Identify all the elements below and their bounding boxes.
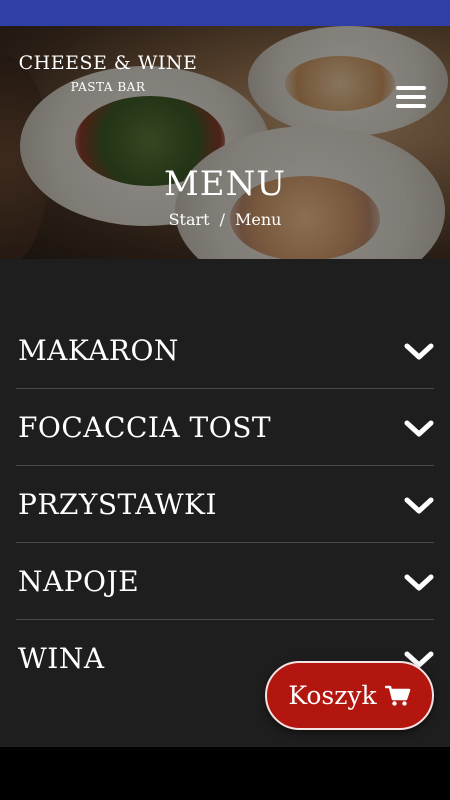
chevron-down-icon <box>404 343 434 360</box>
breadcrumb-current: Menu <box>234 210 282 229</box>
menu-category-label: PRZYSTAWKI <box>18 488 218 521</box>
cart-button[interactable]: Koszyk <box>265 661 434 730</box>
chevron-down-icon <box>404 420 434 437</box>
breadcrumb-start[interactable]: Start <box>169 210 210 229</box>
cart-button-label: Koszyk <box>288 681 377 710</box>
menu-category-makaron[interactable]: MAKARON <box>16 312 434 389</box>
menu-category-focaccia-tost[interactable]: FOCACCIA TOST <box>16 389 434 466</box>
cart-icon <box>384 685 410 706</box>
menu-category-label: NAPOJE <box>18 565 140 598</box>
menu-category-label: WINA <box>18 642 105 675</box>
logo-subtitle: PASTA BAR <box>70 80 146 94</box>
menu-category-napoje[interactable]: NAPOJE <box>16 543 434 620</box>
logo[interactable]: CHEESE & WINE PASTA BAR <box>18 52 198 102</box>
page-title: MENU <box>163 164 287 204</box>
menu-category-label: FOCACCIA TOST <box>18 411 272 444</box>
chevron-down-icon <box>404 574 434 591</box>
hamburger-icon[interactable] <box>396 86 426 110</box>
status-bar <box>0 0 450 26</box>
breadcrumb-separator: / <box>219 210 225 229</box>
logo-title: CHEESE & WINE <box>18 52 198 74</box>
breadcrumb: Start / Menu <box>0 210 450 229</box>
menu-category-przystawki[interactable]: PRZYSTAWKI <box>16 466 434 543</box>
chevron-down-icon <box>404 497 434 514</box>
bottom-area <box>0 747 450 800</box>
hero-banner: CHEESE & WINE PASTA BAR MENU Start / Menu <box>0 26 450 259</box>
menu-category-label: MAKARON <box>18 334 179 367</box>
